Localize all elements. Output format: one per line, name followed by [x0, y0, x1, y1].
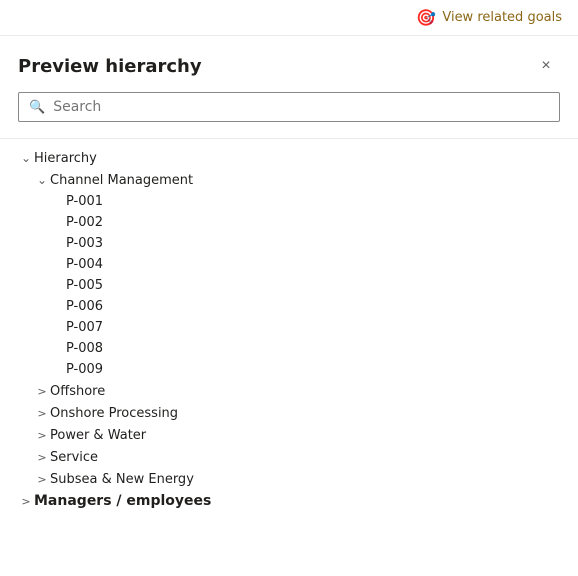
tree-item-managers-employees[interactable]: >Managers / employees	[18, 490, 560, 512]
chevron-service: >	[34, 449, 50, 465]
chevron-hierarchy: ⌄	[18, 150, 34, 166]
tree-label-p004: P-004	[66, 257, 103, 272]
tree-item-offshore[interactable]: >Offshore	[18, 380, 560, 402]
tree-label-offshore: Offshore	[50, 384, 105, 399]
search-input[interactable]	[53, 99, 549, 115]
chevron-offshore: >	[34, 383, 50, 399]
tree-label-channel-management: Channel Management	[50, 173, 193, 188]
panel-title: Preview hierarchy	[18, 56, 202, 77]
tree-item-p001[interactable]: P-001	[18, 191, 560, 212]
tree-item-power-water[interactable]: >Power & Water	[18, 424, 560, 446]
tree-item-hierarchy[interactable]: ⌄Hierarchy	[18, 147, 560, 169]
chevron-subsea: >	[34, 471, 50, 487]
chevron-channel-management: ⌄	[34, 172, 50, 188]
tree-item-subsea[interactable]: >Subsea & New Energy	[18, 468, 560, 490]
tree-label-subsea: Subsea & New Energy	[50, 472, 194, 487]
tree-label-onshore-processing: Onshore Processing	[50, 406, 178, 421]
search-icon: 🔍	[29, 100, 45, 115]
tree-label-p009: P-009	[66, 362, 103, 377]
chevron-managers-employees: >	[18, 493, 34, 509]
tree-item-service[interactable]: >Service	[18, 446, 560, 468]
tree-item-p006[interactable]: P-006	[18, 296, 560, 317]
tree-label-p001: P-001	[66, 194, 103, 209]
tree-label-p002: P-002	[66, 215, 103, 230]
tree-item-p007[interactable]: P-007	[18, 317, 560, 338]
top-bar: 🎯 View related goals	[0, 0, 578, 36]
tree-item-channel-management[interactable]: ⌄Channel Management	[18, 169, 560, 191]
tree-item-p004[interactable]: P-004	[18, 254, 560, 275]
tree-item-p005[interactable]: P-005	[18, 275, 560, 296]
goal-icon: 🎯	[416, 8, 436, 27]
tree-label-service: Service	[50, 450, 98, 465]
chevron-power-water: >	[34, 427, 50, 443]
tree-item-p008[interactable]: P-008	[18, 338, 560, 359]
tree-label-power-water: Power & Water	[50, 428, 146, 443]
search-box[interactable]: 🔍	[18, 92, 560, 122]
tree-container: ⌄Hierarchy⌄Channel ManagementP-001P-002P…	[0, 139, 578, 555]
panel-header: Preview hierarchy ×	[18, 52, 560, 80]
chevron-onshore-processing: >	[34, 405, 50, 421]
tree-label-p005: P-005	[66, 278, 103, 293]
tree-label-p003: P-003	[66, 236, 103, 251]
tree-label-hierarchy: Hierarchy	[34, 151, 97, 166]
tree-label-p007: P-007	[66, 320, 103, 335]
tree-item-p003[interactable]: P-003	[18, 233, 560, 254]
tree-label-p006: P-006	[66, 299, 103, 314]
tree-label-p008: P-008	[66, 341, 103, 356]
preview-hierarchy-panel: Preview hierarchy × 🔍	[0, 36, 578, 139]
tree-item-p002[interactable]: P-002	[18, 212, 560, 233]
tree-label-managers-employees: Managers / employees	[34, 493, 211, 509]
view-related-goals-link[interactable]: 🎯 View related goals	[416, 8, 562, 27]
view-related-goals-label: View related goals	[442, 10, 562, 25]
tree-item-onshore-processing[interactable]: >Onshore Processing	[18, 402, 560, 424]
tree-item-p009[interactable]: P-009	[18, 359, 560, 380]
close-button[interactable]: ×	[532, 52, 560, 80]
